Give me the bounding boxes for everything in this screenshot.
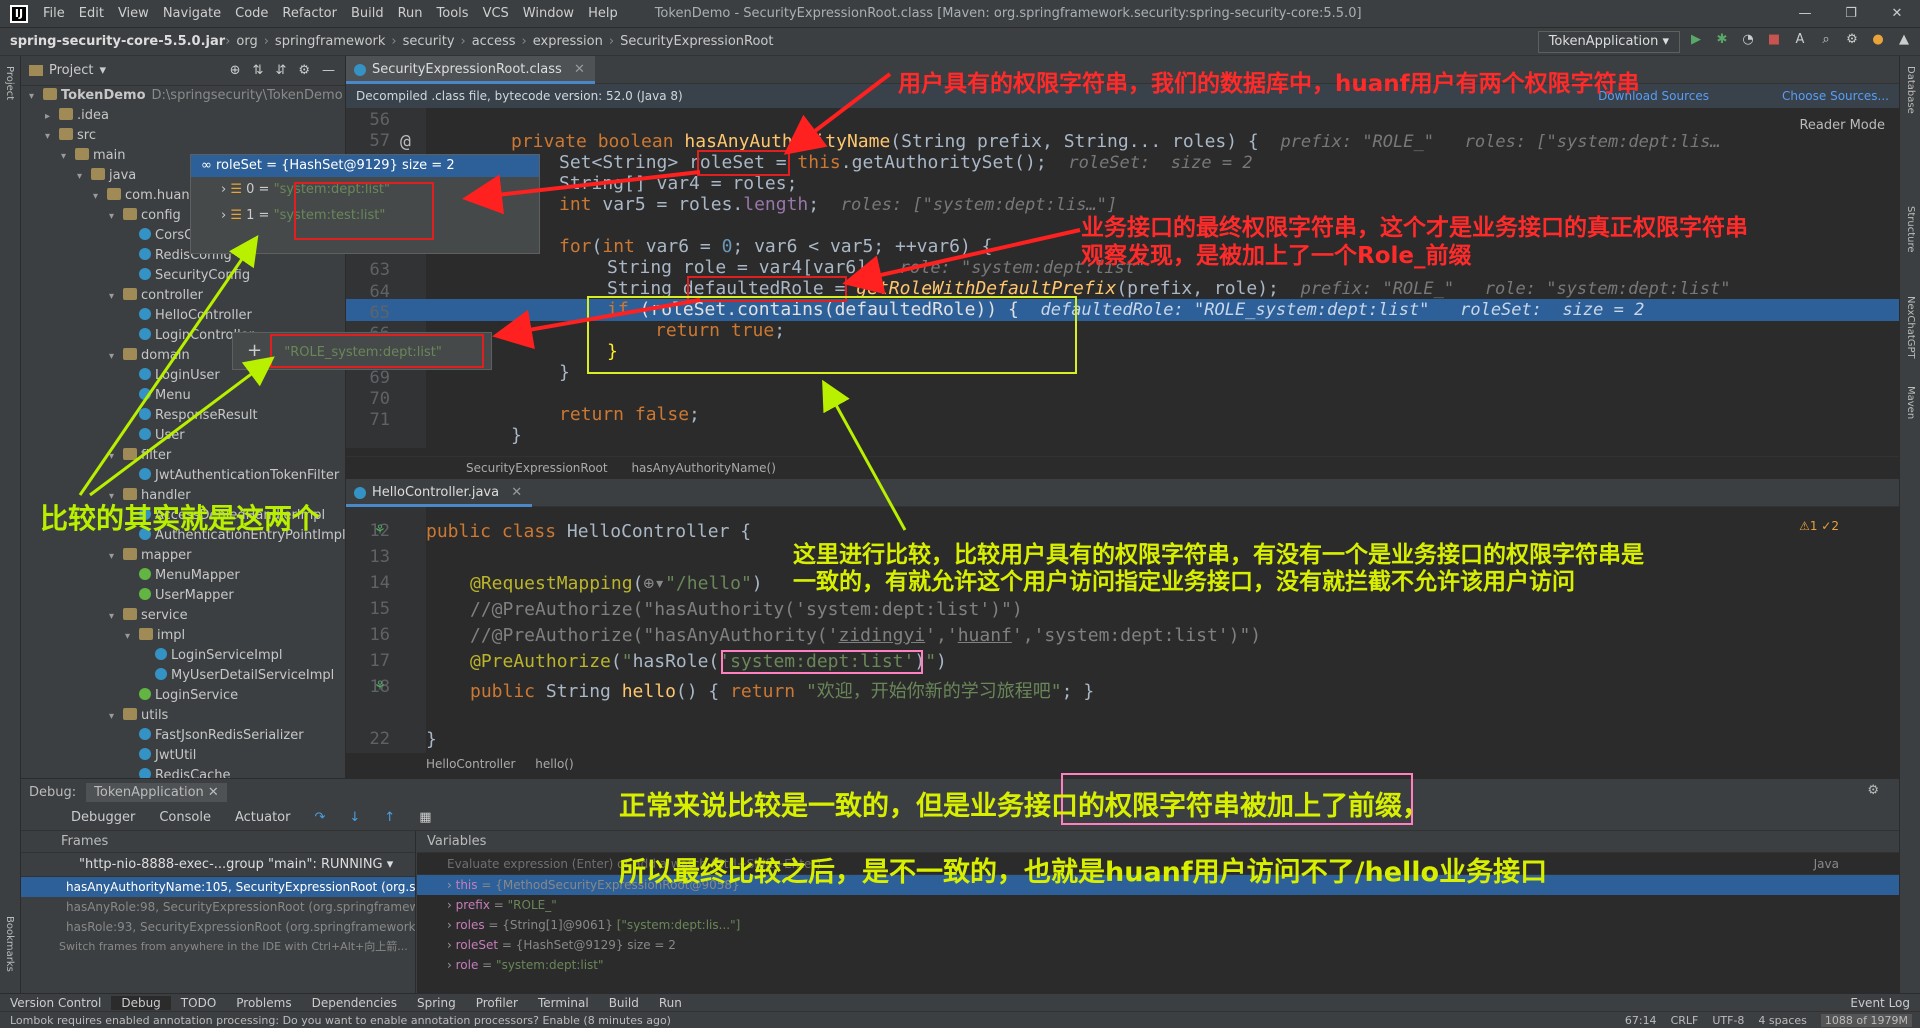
annotation-bottom-line1: 正常来说比较是一致的，但是业务接口的权限字符串被加上了前缀，	[619, 791, 1429, 822]
annotation-user-permissions: 用户具有的权限字符串，我们的数据库中，huanf用户有两个权限字符串	[898, 71, 1640, 97]
annotation-bottom-line2: 所以最终比较之后，是不一致的，也就是huanf用户访问不了/hello业务接口	[619, 857, 1548, 888]
annotation-compare-line2: 一致的，有就允许这个用户访问指定业务接口，没有就拦截不允许该用户访问	[793, 569, 1575, 595]
annotation-compare-two: 比较的其实就是这两个	[40, 502, 321, 535]
annotation-role-prefix: 观察发现，是被加上了一个Role_前缀	[1081, 243, 1472, 269]
